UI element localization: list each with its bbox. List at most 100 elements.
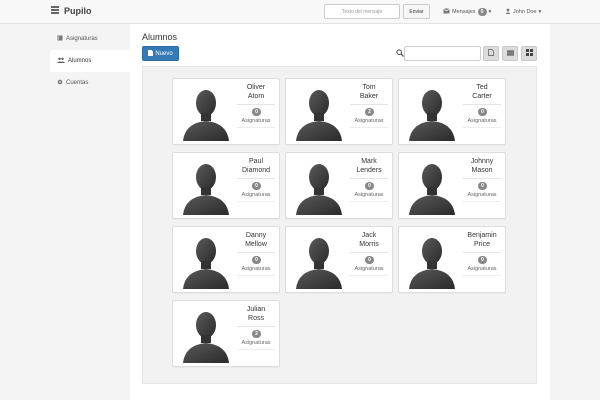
page-title: Alumnos <box>142 32 178 42</box>
subjects-label: Asignaturas <box>241 340 271 346</box>
divider <box>350 252 388 253</box>
student-avatar <box>294 233 344 289</box>
list-view-button[interactable] <box>502 46 518 61</box>
student-first-name: Oliver <box>246 84 266 91</box>
sidebar-item-alumnos[interactable]: Alumnos <box>50 50 130 72</box>
divider <box>350 178 388 179</box>
student-card[interactable]: Ted Carter 0 Asignaturas <box>398 78 506 145</box>
sidebar-item-asignaturas[interactable]: Asignaturas <box>50 28 130 50</box>
new-button-label: Nuevo <box>155 50 173 57</box>
divider <box>350 201 388 202</box>
divider <box>350 127 388 128</box>
subjects-count-badge: 0 <box>478 108 487 116</box>
student-name: Johnny Mason <box>457 157 507 175</box>
student-avatar <box>407 233 457 289</box>
new-student-button[interactable]: Nuevo <box>142 46 179 61</box>
student-name: Danny Mellow <box>231 231 281 249</box>
user-name: John Doe <box>513 8 537 15</box>
top-navbar: Pupilo Enviar Mensajes 0 ▾ John Doe ▾ <box>0 0 600 24</box>
search-icon <box>396 49 404 57</box>
divider <box>350 104 388 105</box>
brand-name: Pupilo <box>64 6 92 16</box>
student-first-name: Julian <box>246 306 266 313</box>
student-name: Oliver Atom <box>231 83 281 101</box>
view-toggle-group <box>483 46 537 61</box>
student-first-name: Paul <box>248 158 263 165</box>
sidebar-item-label: Asignaturas <box>66 36 98 42</box>
student-avatar <box>181 159 231 215</box>
subjects-label: Asignaturas <box>241 266 271 272</box>
sidebar-item-label: Alumnos <box>68 58 92 64</box>
divider <box>237 201 275 202</box>
student-last-name: Atom <box>247 93 265 100</box>
students-grid: Oliver Atom 0 Asignaturas Tom Baker 2 Asignatur… <box>142 66 537 384</box>
export-file-button[interactable] <box>483 46 499 61</box>
divider <box>463 201 501 202</box>
sidebar-item-cuentas[interactable]: Cuentas <box>50 72 130 94</box>
main-panel: Alumnos Nuevo Oliver Atom 0 Asignaturas Tom B… <box>130 24 550 400</box>
divider <box>237 104 275 105</box>
student-card[interactable]: Jack Morris 0 Asignaturas <box>285 226 393 293</box>
divider <box>350 275 388 276</box>
divider <box>237 275 275 276</box>
student-first-name: Ted <box>476 84 488 91</box>
user-icon <box>505 8 511 16</box>
message-input[interactable] <box>324 4 400 19</box>
divider <box>237 326 275 327</box>
student-card[interactable]: Julian Ross 2 Asignaturas <box>172 300 280 367</box>
list-icon <box>506 50 514 58</box>
gear-icon <box>57 79 63 87</box>
student-first-name: Benjamin <box>467 232 497 239</box>
student-name: Paul Diamond <box>231 157 281 175</box>
student-avatar <box>407 159 457 215</box>
student-first-name: Danny <box>245 232 267 239</box>
divider <box>463 127 501 128</box>
student-card[interactable]: Danny Mellow 0 Asignaturas <box>172 226 280 293</box>
student-card[interactable]: Johnny Mason 0 Asignaturas <box>398 152 506 219</box>
student-avatar <box>181 307 231 363</box>
messages-menu[interactable]: Mensajes 0 ▾ <box>443 6 491 17</box>
divider <box>237 178 275 179</box>
subjects-label: Asignaturas <box>354 118 384 124</box>
student-avatar <box>181 85 231 141</box>
file-icon <box>488 49 494 58</box>
divider <box>237 127 275 128</box>
grid-icon <box>525 49 533 58</box>
student-avatar <box>294 85 344 141</box>
student-first-name: Mark <box>361 158 377 165</box>
subjects-count-badge: 0 <box>252 182 261 190</box>
student-card[interactable]: Mark Lenders 0 Asignaturas <box>285 152 393 219</box>
subjects-count-badge: 0 <box>478 182 487 190</box>
send-button-label: Enviar <box>409 8 424 15</box>
student-card[interactable]: Oliver Atom 0 Asignaturas <box>172 78 280 145</box>
subjects-count-badge: 0 <box>252 256 261 264</box>
subjects-label: Asignaturas <box>241 118 271 124</box>
envelope-icon <box>443 7 450 16</box>
student-card[interactable]: Tom Baker 2 Asignaturas <box>285 78 393 145</box>
subjects-count-badge: 2 <box>252 330 261 338</box>
caret-down-icon: ▾ <box>538 8 542 15</box>
student-last-name: Mellow <box>245 241 267 248</box>
caret-down-icon: ▾ <box>488 8 492 15</box>
subjects-count-badge: 0 <box>252 108 261 116</box>
student-name: Benjamin Price <box>457 231 507 249</box>
grid-view-button[interactable] <box>521 46 537 61</box>
student-avatar <box>181 233 231 289</box>
student-card[interactable]: Benjamin Price 0 Asignaturas <box>398 226 506 293</box>
student-card[interactable]: Paul Diamond 0 Asignaturas <box>172 152 280 219</box>
send-button[interactable]: Enviar <box>403 4 430 19</box>
student-name: Jack Morris <box>344 231 394 249</box>
student-first-name: Johnny <box>470 158 494 165</box>
student-last-name: Mason <box>471 167 493 174</box>
brand[interactable]: Pupilo <box>50 4 92 18</box>
search-input[interactable] <box>404 46 481 61</box>
student-last-name: Morris <box>359 241 379 248</box>
student-avatar <box>407 85 457 141</box>
stack-logo-icon <box>50 5 60 17</box>
divider <box>237 252 275 253</box>
sidebar-item-label: Cuentas <box>66 80 89 86</box>
book-icon <box>57 35 63 43</box>
user-menu[interactable]: John Doe ▾ <box>505 6 541 17</box>
subjects-label: Asignaturas <box>467 192 497 198</box>
subjects-label: Asignaturas <box>467 266 497 272</box>
